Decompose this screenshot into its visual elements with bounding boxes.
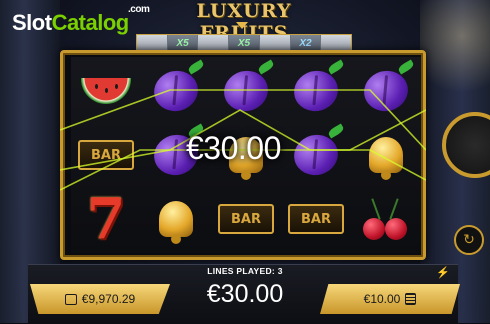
bar-symbol-label: BAR xyxy=(218,204,274,234)
bell-symbol xyxy=(356,125,416,185)
watermark-part2: Catalog xyxy=(51,10,130,35)
reel-column xyxy=(351,57,421,253)
bar-symbol: BAR xyxy=(76,125,136,185)
win-amount-overlay: €30.00 xyxy=(186,130,281,166)
watermelon-symbol xyxy=(76,61,136,121)
turbo-icon[interactable]: ⚡ xyxy=(436,266,450,279)
bar-symbol-label: BAR xyxy=(78,140,134,170)
balance-value: €9,970.29 xyxy=(81,292,136,306)
bar-symbol: BAR xyxy=(286,189,346,249)
total-win-amount: €30.00 xyxy=(206,280,284,308)
game-title: LUXURY FRUITS xyxy=(196,0,292,44)
reel-column: BAR xyxy=(281,57,351,253)
lines-played-label: LINES PLAYED: 3 xyxy=(207,266,283,276)
cherries-symbol xyxy=(356,189,416,249)
watermark-part1: Slot xyxy=(12,10,52,35)
sparkle-decoration xyxy=(420,0,490,120)
watermark-logo: SlotCatalog .com xyxy=(12,4,150,36)
wallet-icon xyxy=(64,293,77,305)
seven-symbol: 7 xyxy=(86,186,126,252)
plum-symbol xyxy=(286,59,346,121)
bar-symbol-label: BAR xyxy=(288,204,344,234)
autoplay-icon[interactable]: ↻ xyxy=(454,225,484,255)
bet-selector[interactable]: €10.00 xyxy=(320,284,460,314)
bell-symbol xyxy=(146,189,206,249)
plum-symbol xyxy=(216,59,276,121)
plum-symbol xyxy=(356,59,416,121)
coins-icon xyxy=(405,293,417,305)
plum-symbol xyxy=(286,123,346,185)
watermark-suffix: .com xyxy=(128,4,150,15)
title-gem-icon xyxy=(236,22,248,29)
plum-symbol xyxy=(146,59,206,121)
reel-column: BAR 7 xyxy=(71,57,141,253)
balance-display: €9,970.29 xyxy=(30,284,170,314)
bet-value: €10.00 xyxy=(363,292,401,306)
bar-symbol: BAR xyxy=(216,189,276,249)
